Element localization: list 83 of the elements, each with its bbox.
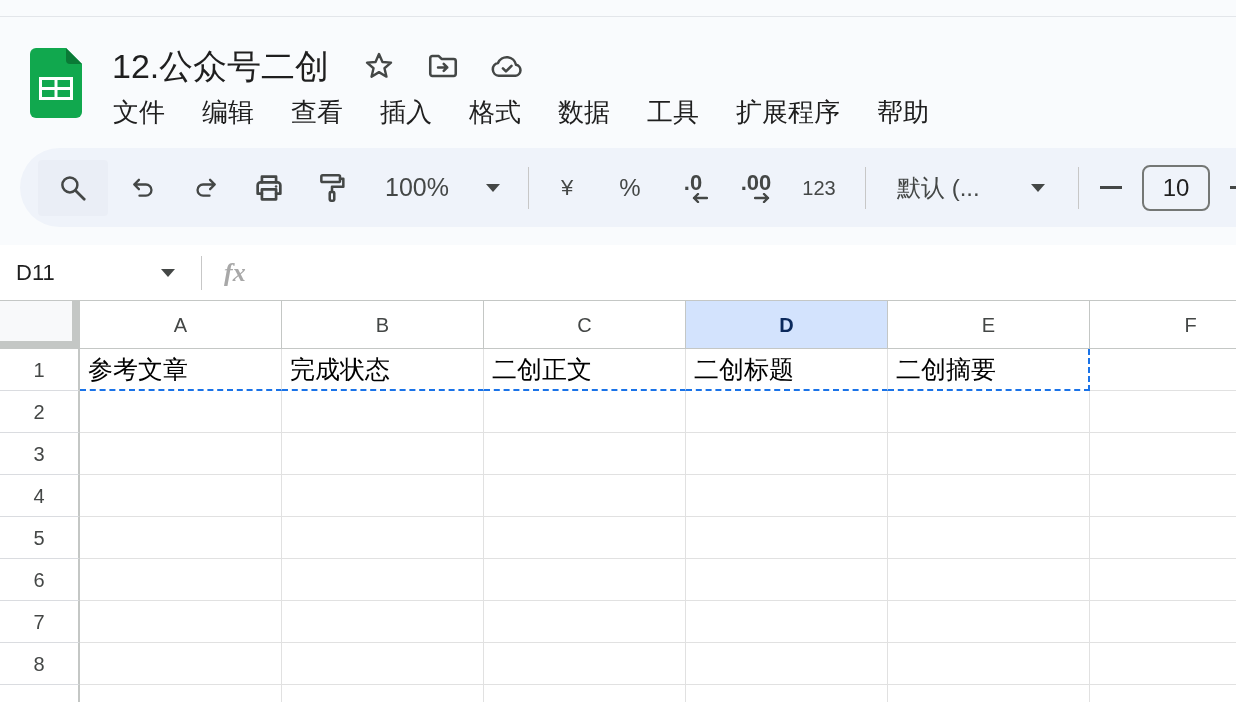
menu-item[interactable]: 工具 [629,94,717,130]
select-all-corner[interactable] [0,301,80,349]
table-cell[interactable] [888,517,1090,559]
column-header[interactable]: E [888,301,1090,349]
column-header[interactable]: A [80,301,282,349]
row-header[interactable]: 7 [0,601,80,643]
table-cell[interactable]: 二创摘要 [888,349,1090,391]
table-cell[interactable] [282,391,484,433]
right-arrow-icon [754,192,770,203]
menu-item[interactable]: 扩展程序 [718,94,858,130]
percent-button[interactable]: % [602,159,658,216]
function-label: fx [224,259,246,286]
table-cell[interactable] [282,559,484,601]
table-cell[interactable] [888,643,1090,685]
table-cell[interactable] [686,643,888,685]
table-cell[interactable] [282,517,484,559]
column-header[interactable]: B [282,301,484,349]
table-cell[interactable] [80,391,282,433]
row-header[interactable]: 6 [0,559,80,601]
row-header[interactable]: 1 [0,349,80,391]
menu-item[interactable]: 数据 [540,94,628,130]
table-cell[interactable] [686,601,888,643]
caret-icon [486,183,500,192]
table-cell[interactable] [484,391,686,433]
column-header[interactable]: D [686,301,888,349]
table-cell[interactable] [80,559,282,601]
table-cell[interactable]: 完成状态 [282,349,484,391]
row-header[interactable]: 8 [0,643,80,685]
name-box[interactable]: D11 [0,250,190,295]
increase-decimal-button[interactable]: .00 [728,159,784,216]
row-header[interactable]: 4 [0,475,80,517]
row-header[interactable]: 3 [0,433,80,475]
menu-item[interactable]: 编辑 [184,94,272,130]
document-title[interactable]: 12.公众号二创 [95,44,330,88]
table-cell[interactable] [282,643,484,685]
table-cell[interactable] [282,433,484,475]
decrease-decimal-button[interactable]: .0 [665,159,721,216]
table-cell[interactable] [80,601,282,643]
table-cell[interactable] [282,601,484,643]
font-dropdown[interactable]: 默认 (... [880,159,1062,216]
table-cell[interactable] [686,559,888,601]
zoom-dropdown[interactable]: 100% [367,159,513,216]
table-cell[interactable] [686,475,888,517]
table-cell[interactable] [484,559,686,601]
table-cell[interactable] [484,601,686,643]
table-cell[interactable] [888,475,1090,517]
more-formats-button[interactable]: 123 [791,159,847,216]
table-cell[interactable] [484,517,686,559]
table-cell[interactable] [686,517,888,559]
table-cell[interactable] [888,601,1090,643]
table-cell[interactable]: 二创正文 [484,349,686,391]
left-arrow-icon [692,192,708,203]
table-cell[interactable] [80,475,282,517]
menu-item[interactable]: 格式 [451,94,539,130]
currency-button[interactable]: ¥ [539,159,595,216]
table-cell[interactable] [80,643,282,685]
font-size-field[interactable]: 10 [1142,164,1210,211]
plus-icon[interactable] [1230,186,1236,189]
table-cell[interactable] [686,433,888,475]
caret-icon [1031,183,1045,192]
table-cell[interactable] [888,559,1090,601]
table-cell[interactable]: 参考文章 [80,349,282,391]
table-cell[interactable] [484,643,686,685]
table-cell[interactable] [888,433,1090,475]
column-header[interactable]: C [484,301,686,349]
table-cell[interactable]: 二创标题 [686,349,888,391]
row-header[interactable]: 5 [0,517,80,559]
search-button[interactable] [38,159,108,216]
menu-item[interactable]: 插入 [362,94,450,130]
table-cell[interactable] [282,475,484,517]
minus-icon [1100,186,1122,189]
spreadsheet-logo-icon[interactable] [30,48,82,118]
table-cell[interactable] [686,391,888,433]
menu-item[interactable]: 查看 [273,94,361,130]
table-cell[interactable] [80,517,282,559]
caret-icon [161,268,175,277]
row-header[interactable]: 2 [0,391,80,433]
table-cell[interactable] [484,433,686,475]
menu-item[interactable]: 文件 [95,94,183,130]
menu-item[interactable]: 帮助 [859,94,947,130]
table-cell[interactable] [80,433,282,475]
table-cell[interactable] [484,475,686,517]
table-cell[interactable] [888,391,1090,433]
